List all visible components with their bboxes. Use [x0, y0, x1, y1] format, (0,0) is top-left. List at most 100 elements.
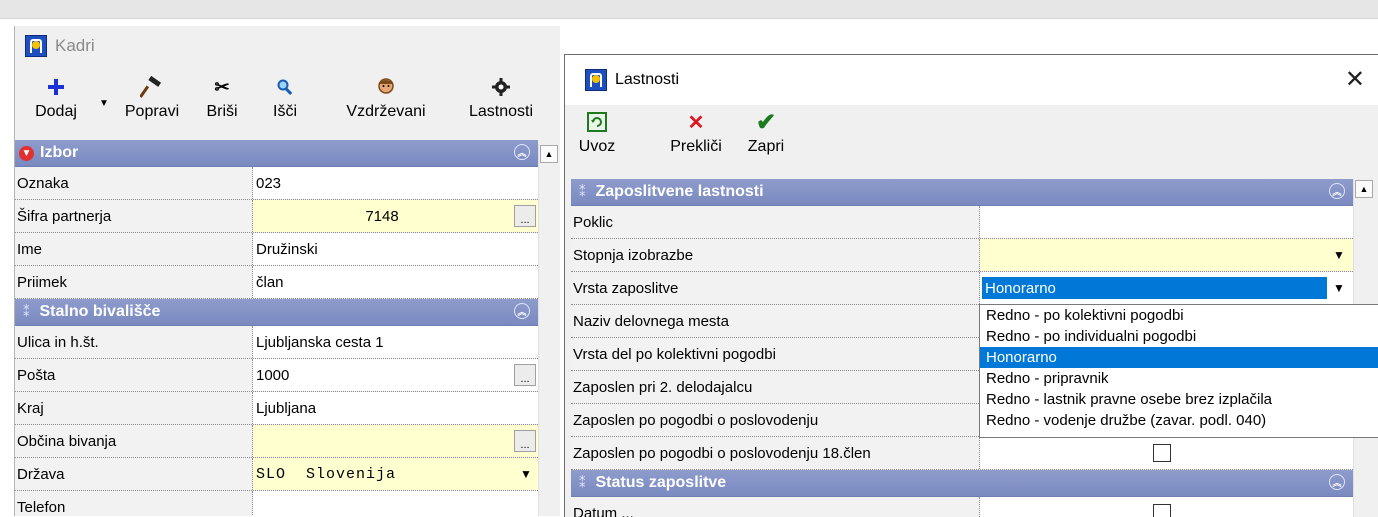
- dropdown-option-selected[interactable]: Honorarno: [980, 347, 1378, 368]
- row-label: Datum ...: [571, 497, 980, 517]
- section-title: Status zaposlitve: [595, 474, 727, 491]
- import-button[interactable]: Uvoz: [575, 107, 619, 165]
- last-name-field[interactable]: član: [253, 266, 538, 298]
- section-stalno-bivalisce[interactable]: ⁑ Stalno bivališče ︽: [15, 299, 538, 326]
- dropdown-option[interactable]: Redno - vodenje družbe (zavar. podl. 040…: [980, 410, 1378, 431]
- section-izbor[interactable]: ▼ Izbor ︽: [15, 140, 538, 167]
- row-label: Stopnja izobrazbe: [571, 239, 980, 271]
- post-field[interactable]: 1000 ...: [253, 359, 538, 391]
- section-title: Zaposlitvene lastnosti: [595, 183, 764, 200]
- scissors-icon: ✂: [214, 76, 230, 97]
- row-label: Telefon: [15, 491, 253, 516]
- scroll-up-icon[interactable]: ▲: [1355, 180, 1373, 198]
- employment-type-dropdown-list: Redno - po kolektivni pogodbi Redno - po…: [979, 304, 1378, 438]
- dropdown-option[interactable]: Redno - po kolektivni pogodbi: [980, 305, 1378, 326]
- management-18-checkbox[interactable]: [1153, 444, 1171, 462]
- grid-row: Vrsta zaposlitve Honorarno ▼: [571, 272, 1353, 305]
- grip-icon: ⁑: [23, 304, 30, 319]
- dropdown-arrow-icon[interactable]: ▼: [99, 98, 109, 109]
- management-18-field: [980, 437, 1353, 469]
- dropdown-arrow-icon[interactable]: ▼: [1329, 244, 1349, 266]
- kadri-window: Kadri Dodaj ▼ Popravi ✂ Briši Išči Vzdrž…: [14, 26, 560, 516]
- properties-button[interactable]: Lastnosti: [455, 72, 547, 130]
- top-bar: [0, 0, 1378, 19]
- window-titlebar: Kadri: [15, 26, 560, 66]
- dialog-toolbar: Uvoz ✕ Prekliči ✔ Zapri: [565, 107, 1378, 169]
- row-label: Ulica in h.št.: [15, 326, 253, 358]
- partner-code-field[interactable]: 7148 ...: [253, 200, 538, 232]
- edit-button[interactable]: Popravi: [117, 72, 187, 130]
- country-select[interactable]: SLO Slovenija ▼: [253, 458, 538, 490]
- collapse-icon[interactable]: ︽: [1329, 474, 1345, 490]
- municipality-field[interactable]: ...: [253, 425, 538, 457]
- plus-icon: [25, 72, 87, 102]
- cancel-button[interactable]: ✕ Prekliči: [661, 107, 731, 165]
- grid-row: Šifra partnerja 7148 ...: [15, 200, 538, 233]
- grid-row: Stopnja izobrazbe ▼: [571, 239, 1353, 272]
- delete-button[interactable]: ✂ Briši: [197, 72, 247, 130]
- row-label: Vrsta zaposlitve: [571, 272, 980, 304]
- grid-row: Kraj Ljubljana: [15, 392, 538, 425]
- person-icon: [341, 72, 431, 102]
- grid-row: Ime Družinski: [15, 233, 538, 266]
- app-icon: [25, 35, 47, 57]
- education-select[interactable]: ▼: [980, 239, 1353, 271]
- search-label: Išči: [273, 103, 297, 120]
- phone-field[interactable]: [253, 491, 538, 516]
- close-icon[interactable]: ✕: [1345, 65, 1365, 94]
- street-field[interactable]: Ljubljanska cesta 1: [253, 326, 538, 358]
- city-field[interactable]: Ljubljana: [253, 392, 538, 424]
- row-label: Občina bivanja: [15, 425, 253, 457]
- collapse-icon[interactable]: ︽: [514, 303, 530, 319]
- property-grid: ▼ Izbor ︽ Oznaka 023 Šifra partnerja 714…: [15, 140, 538, 516]
- section-title: Izbor: [40, 144, 79, 161]
- add-button[interactable]: Dodaj: [25, 72, 87, 130]
- occupation-field[interactable]: [980, 206, 1353, 238]
- grid-row: Datum ...: [571, 497, 1353, 517]
- employment-type-select[interactable]: Honorarno ▼: [980, 272, 1353, 304]
- scroll-up-icon[interactable]: ▲: [540, 145, 558, 163]
- browse-button[interactable]: ...: [514, 364, 536, 386]
- dropdown-option[interactable]: Redno - lastnik pravne osebe brez izplač…: [980, 389, 1378, 410]
- row-label: Zaposlen pri 2. delodajalcu: [571, 371, 980, 403]
- first-name-field[interactable]: Družinski: [253, 233, 538, 265]
- row-label: Zaposlen po pogodbi o poslovodenju: [571, 404, 980, 436]
- hammer-icon: [117, 72, 187, 102]
- main-scrollbar[interactable]: ▲: [538, 144, 559, 516]
- grid-row: Ulica in h.št. Ljubljanska cesta 1: [15, 326, 538, 359]
- row-label: Šifra partnerja: [15, 200, 253, 232]
- grid-row: Pošta 1000 ...: [15, 359, 538, 392]
- maintained-button[interactable]: Vzdrževani: [341, 72, 431, 130]
- grid-row: Država SLO Slovenija ▼: [15, 458, 538, 491]
- dropdown-option[interactable]: Redno - po individualni pogodbi: [980, 326, 1378, 347]
- add-label: Dodaj: [35, 103, 77, 120]
- main-toolbar: Dodaj ▼ Popravi ✂ Briši Išči Vzdrževani: [15, 72, 560, 130]
- row-label: Država: [15, 458, 253, 490]
- dropdown-arrow-icon[interactable]: ▼: [1329, 277, 1349, 299]
- oznaka-field[interactable]: 023: [253, 167, 538, 199]
- close-label: Zapri: [747, 138, 785, 155]
- browse-button[interactable]: ...: [514, 205, 536, 227]
- check-icon: ✔: [755, 108, 777, 136]
- dropdown-option[interactable]: Redno - pripravnik: [980, 368, 1378, 389]
- properties-icon: [455, 72, 547, 102]
- status-checkbox[interactable]: [1153, 504, 1171, 517]
- dropdown-arrow-icon[interactable]: ▼: [516, 463, 536, 485]
- grid-row: Priimek član: [15, 266, 538, 299]
- grid-row: Občina bivanja ...: [15, 425, 538, 458]
- collapse-icon[interactable]: ︽: [514, 144, 530, 160]
- row-label: Oznaka: [15, 167, 253, 199]
- section-zaposlitvene-lastnosti[interactable]: ⁑ Zaposlitvene lastnosti ︽: [571, 179, 1353, 206]
- close-button[interactable]: ✔ Zapri: [741, 107, 791, 165]
- row-label: Poklic: [571, 206, 980, 238]
- section-status-zaposlitve[interactable]: ⁑ Status zaposlitve ︽: [571, 470, 1353, 497]
- row-label: Zaposlen po pogodbi o poslovodenju 18.čl…: [571, 437, 980, 469]
- browse-button[interactable]: ...: [514, 430, 536, 452]
- dialog-title: Lastnosti: [615, 71, 680, 88]
- maintained-label: Vzdrževani: [346, 103, 426, 120]
- grid-row: Poklic: [571, 206, 1353, 239]
- search-button[interactable]: Išči: [265, 72, 305, 130]
- collapse-icon[interactable]: ︽: [1329, 183, 1345, 199]
- app-icon: [585, 69, 607, 91]
- window-title: Kadri: [55, 36, 95, 55]
